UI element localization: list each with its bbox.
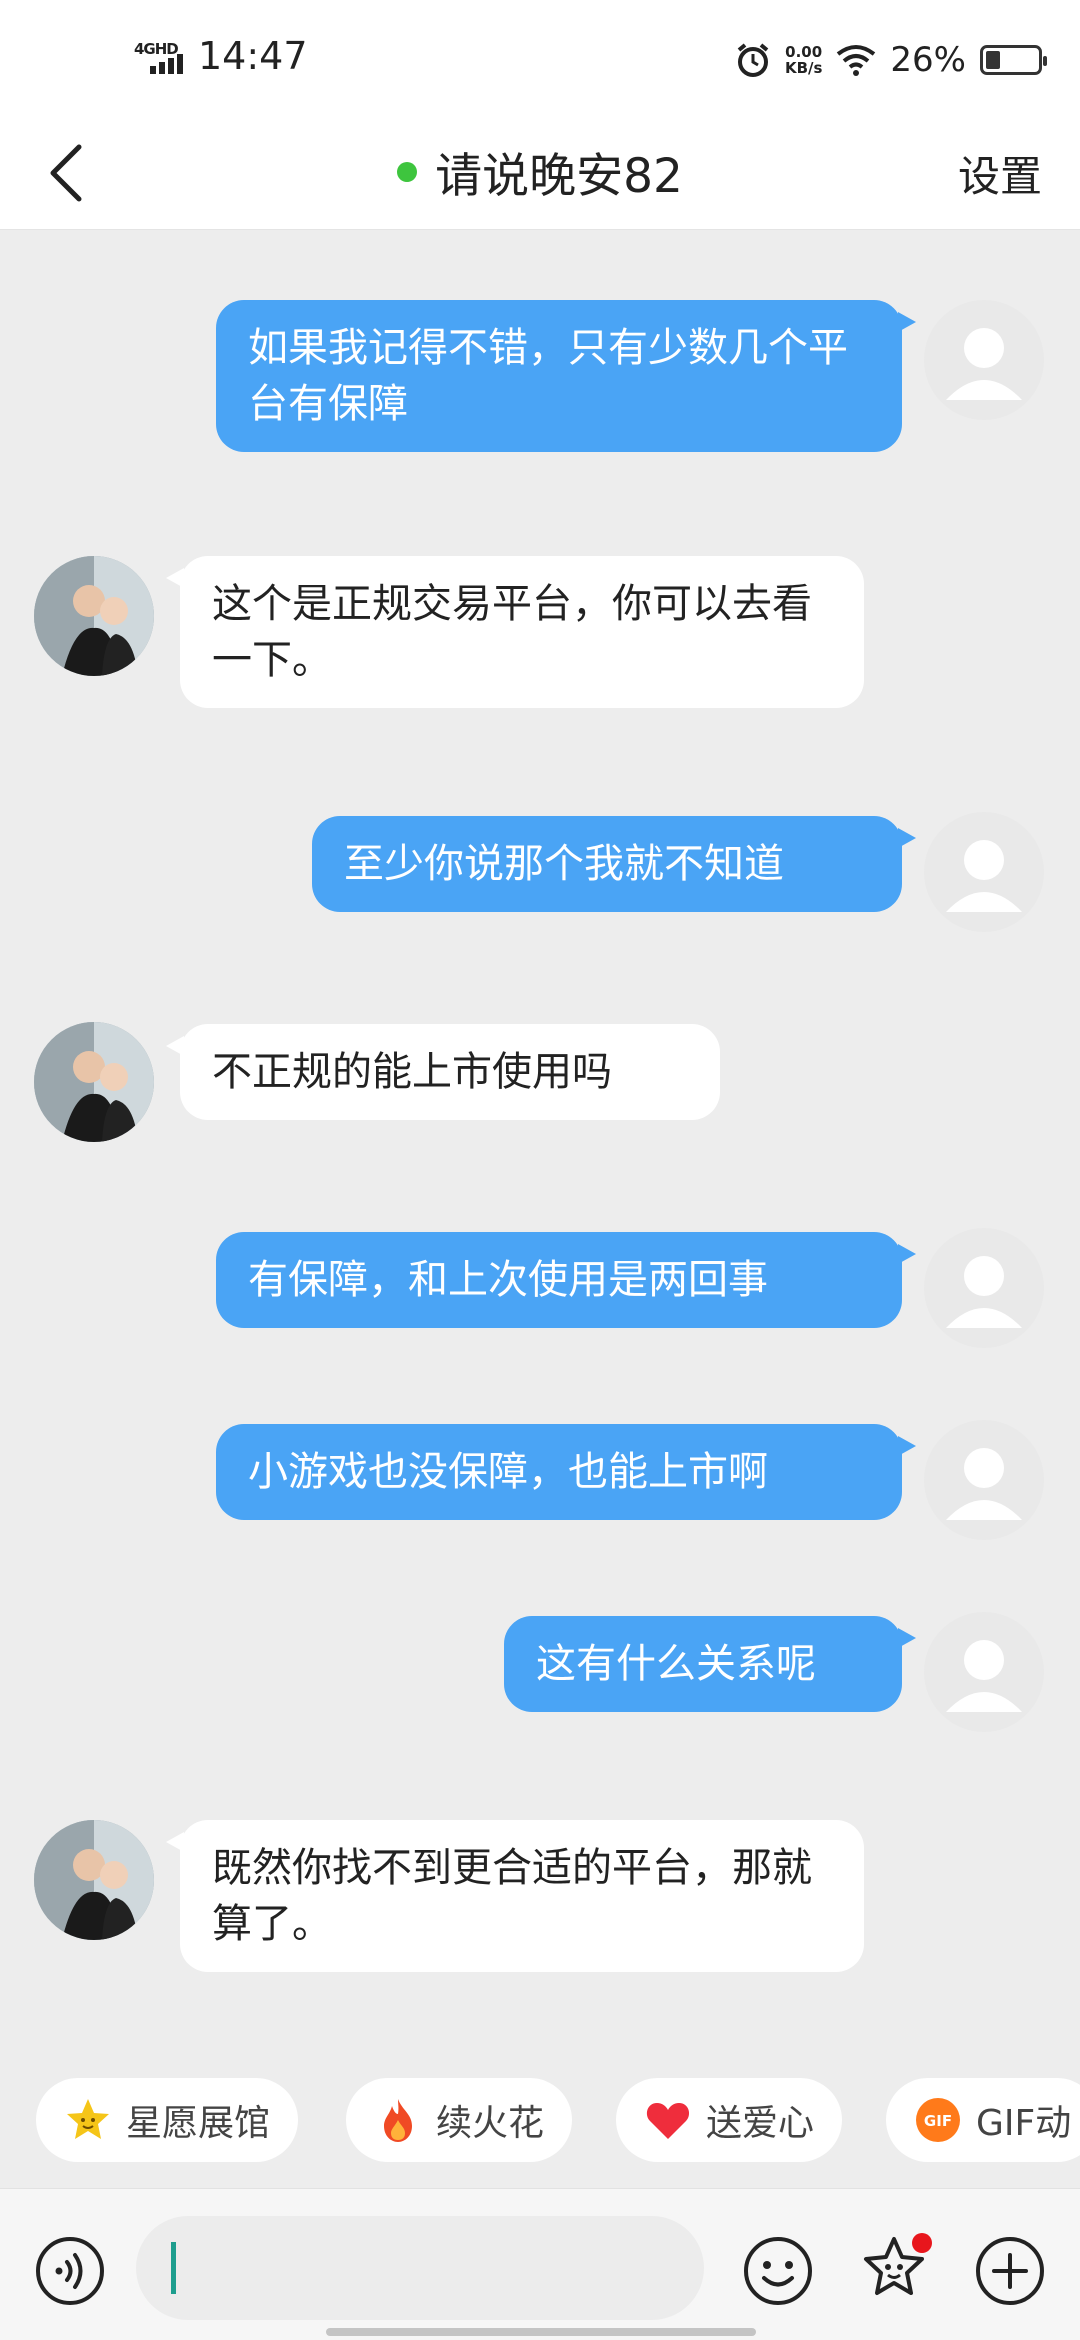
plus-circle-icon (976, 2237, 1044, 2305)
chip-label: 续火花 (436, 2103, 545, 2144)
svg-text:GIF: GIF (924, 2112, 952, 2130)
star-face-icon (64, 2096, 112, 2144)
voice-icon (36, 2237, 104, 2305)
my-avatar[interactable] (924, 300, 1044, 420)
contact-photo (34, 1820, 154, 1940)
shortcut-chips-row: 星愿展馆 续火花 送爱心 GIF GIF动 (0, 2078, 1080, 2166)
my-avatar[interactable] (924, 812, 1044, 932)
my-avatar[interactable] (924, 1612, 1044, 1732)
more-button[interactable] (972, 2233, 1048, 2309)
settings-button[interactable]: 设置 (958, 143, 1042, 204)
default-avatar-icon (946, 840, 1022, 912)
message-bubble-received[interactable]: 不正规的能上市使用吗 (166, 1024, 720, 1120)
message-bubble-received[interactable]: 这个是正规交易平台，你可以去看一下。 (166, 556, 864, 708)
chip-star-gallery[interactable]: 星愿展馆 (36, 2078, 299, 2162)
default-avatar-icon (946, 1448, 1022, 1520)
message-input[interactable] (136, 2216, 704, 2320)
voice-button[interactable] (32, 2233, 108, 2309)
battery-icon (980, 45, 1047, 75)
chat-title-area: 请说晚安82 (0, 137, 1080, 206)
network-speed: 0.00 KB/s (785, 44, 822, 76)
wifi-icon (837, 45, 876, 76)
message-bubble-received[interactable]: 既然你找不到更合适的平台，那就算了。 (166, 1820, 864, 1972)
emoji-button[interactable] (740, 2233, 816, 2309)
contact-avatar[interactable] (34, 1022, 154, 1142)
chip-gif[interactable]: GIF GIF动 (886, 2078, 1080, 2162)
heart-icon (644, 2096, 692, 2144)
alarm-icon (737, 43, 769, 77)
default-avatar-icon (946, 328, 1022, 400)
page-title: 请说晚安82 (435, 149, 683, 204)
chat-header: 请说晚安82 设置 (0, 115, 1080, 230)
message-bubble-sent[interactable]: 如果我记得不错，只有少数几个平台有保障 (216, 300, 916, 452)
network-signal-icon: 4GHD (134, 40, 190, 78)
chip-label: 送爱心 (706, 2103, 815, 2144)
contact-avatar[interactable] (34, 1820, 154, 1940)
chip-keep-spark[interactable]: 续火花 (346, 2078, 573, 2162)
chip-label: GIF动 (976, 2103, 1072, 2144)
default-avatar-icon (946, 1640, 1022, 1712)
gif-icon: GIF (914, 2096, 962, 2144)
default-avatar-icon (946, 1256, 1022, 1328)
my-avatar[interactable] (924, 1420, 1044, 1540)
message-bubble-sent[interactable]: 这有什么关系呢 (504, 1616, 916, 1712)
text-cursor (171, 2242, 176, 2294)
speed-unit: KB/s (784, 59, 823, 77)
contact-photo (34, 1022, 154, 1142)
status-bar: 4GHD 14:47 0.00 KB/s 26% (0, 0, 1080, 115)
status-time: 14:47 (198, 34, 308, 78)
online-status-dot (397, 161, 418, 182)
speed-value: 0.00 (785, 43, 823, 61)
message-bubble-sent[interactable]: 至少你说那个我就不知道 (312, 816, 916, 912)
battery-percent: 26% (890, 40, 966, 80)
star-face-icon (864, 2233, 932, 2295)
home-indicator[interactable] (326, 2328, 756, 2336)
contact-avatar[interactable] (34, 556, 154, 676)
message-bubble-sent[interactable]: 有保障，和上次使用是两回事 (216, 1232, 916, 1328)
fire-icon (374, 2096, 422, 2144)
my-avatar[interactable] (924, 1228, 1044, 1348)
contact-photo (34, 556, 154, 676)
star-feature-button[interactable] (856, 2233, 932, 2309)
message-bubble-sent[interactable]: 小游戏也没保障，也能上市啊 (216, 1424, 916, 1520)
emoji-icon (744, 2237, 812, 2305)
chip-label: 星愿展馆 (126, 2103, 271, 2144)
input-bar (0, 2188, 1080, 2340)
chip-send-heart[interactable]: 送爱心 (616, 2078, 843, 2162)
